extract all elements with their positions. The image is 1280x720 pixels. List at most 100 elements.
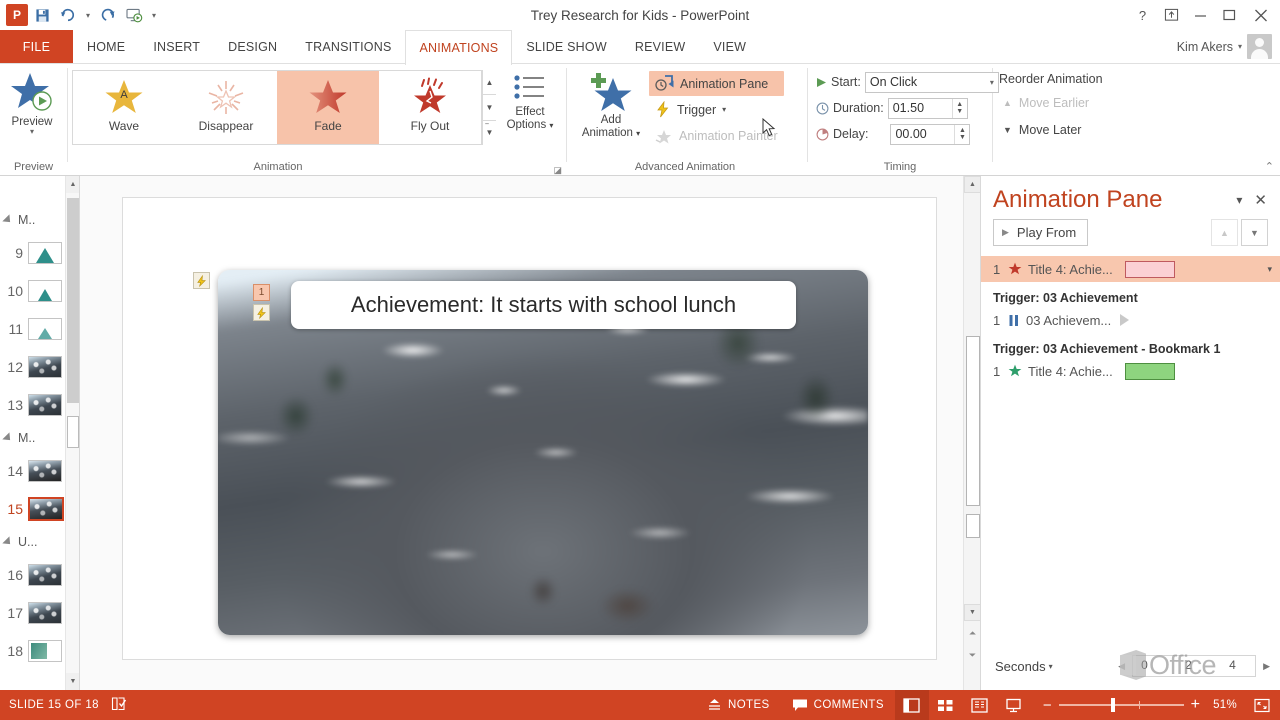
user-dropdown-icon[interactable]: ▾ bbox=[1238, 42, 1242, 51]
animation-list-item-media[interactable]: 1 03 Achievem... bbox=[981, 307, 1280, 333]
chevron-collapse-icon[interactable] bbox=[2, 214, 14, 226]
zoom-control[interactable]: − + 51% bbox=[1031, 696, 1246, 714]
trigger-badge-icon[interactable] bbox=[253, 304, 270, 321]
animation-dialog-launcher-icon[interactable]: ◪ bbox=[553, 166, 562, 175]
timeline-ruler[interactable]: 0 2 4 bbox=[1132, 655, 1257, 677]
seconds-dropdown-icon[interactable]: ▾ bbox=[1049, 662, 1053, 671]
scrollbar-thumb[interactable] bbox=[67, 198, 79, 403]
slide-thumbnail[interactable] bbox=[28, 460, 62, 482]
pane-options-chevron-down-icon[interactable]: ▾ bbox=[1231, 193, 1247, 207]
next-slide-icon[interactable]: ⏷ bbox=[965, 648, 980, 663]
pane-close-icon[interactable]: ✕ bbox=[1247, 191, 1272, 209]
move-later-button[interactable]: ▼ Move Later bbox=[993, 116, 1081, 143]
preview-dropdown-icon[interactable]: ▾ bbox=[30, 128, 34, 136]
tab-insert[interactable]: INSERT bbox=[139, 30, 214, 63]
preview-button[interactable]: Preview ▾ bbox=[0, 67, 64, 136]
powerpoint-icon[interactable]: P bbox=[6, 4, 28, 26]
delay-stepper[interactable]: ▲ ▼ bbox=[954, 124, 969, 144]
slide-thumbnail[interactable] bbox=[28, 640, 62, 662]
tab-transitions[interactable]: TRANSITIONS bbox=[291, 30, 405, 63]
slide-thumbnail[interactable] bbox=[28, 318, 62, 340]
undo-icon[interactable] bbox=[56, 3, 80, 27]
duration-input[interactable]: 01.50 ▲ ▼ bbox=[887, 97, 968, 119]
slide-thumbnail[interactable] bbox=[28, 280, 62, 302]
previous-slide-icon[interactable]: ⏶ bbox=[965, 626, 980, 641]
slide-thumbnail[interactable] bbox=[28, 394, 62, 416]
outside-trigger-badge-icon[interactable] bbox=[193, 272, 210, 289]
close-icon[interactable] bbox=[1244, 0, 1278, 30]
item-dropdown-icon[interactable]: ▾ bbox=[1267, 264, 1272, 275]
scroll-up-icon[interactable]: ▲ bbox=[964, 176, 980, 193]
save-icon[interactable] bbox=[30, 3, 54, 27]
scroll-up-icon[interactable]: ▲ bbox=[66, 176, 79, 193]
slide-vertical-scrollbar[interactable]: ▲ ▼ ⏶ ⏷ bbox=[963, 176, 980, 690]
tab-slide-show[interactable]: SLIDE SHOW bbox=[512, 30, 621, 63]
spellcheck-icon[interactable] bbox=[111, 696, 128, 715]
start-slideshow-icon[interactable] bbox=[122, 3, 146, 27]
effect-options-button[interactable]: Effect Options ▾ bbox=[496, 67, 564, 132]
scroll-down-icon[interactable]: ▼ bbox=[964, 604, 980, 621]
slide-canvas[interactable]: Achievement: It starts with school lunch… bbox=[122, 197, 937, 660]
redo-icon[interactable] bbox=[96, 3, 120, 27]
chevron-collapse-icon[interactable] bbox=[2, 432, 14, 444]
maximize-icon[interactable] bbox=[1215, 0, 1244, 30]
gallery-scroll-up-icon[interactable]: ▲ bbox=[483, 70, 496, 96]
tab-file[interactable]: FILE bbox=[0, 30, 73, 63]
zoom-in-button[interactable]: + bbox=[1191, 696, 1200, 714]
slide-title-placeholder[interactable]: Achievement: It starts with school lunch bbox=[291, 281, 796, 329]
thumbnail-scrollbar[interactable]: ▲ ▼ bbox=[65, 176, 79, 690]
user-account[interactable]: Kim Akers ▾ bbox=[1177, 30, 1280, 63]
fit-slide-button[interactable] bbox=[1246, 698, 1280, 713]
slide-thumbnail[interactable] bbox=[28, 356, 62, 378]
notes-button[interactable]: NOTES bbox=[696, 690, 781, 720]
collapse-ribbon-icon[interactable]: ⌃ bbox=[1265, 160, 1274, 173]
animation-fade[interactable]: Fade bbox=[277, 71, 379, 144]
slide-counter[interactable]: SLIDE 15 OF 18 bbox=[9, 699, 99, 711]
help-icon[interactable]: ? bbox=[1128, 0, 1157, 30]
tab-design[interactable]: DESIGN bbox=[214, 30, 291, 63]
trigger-dropdown-icon[interactable]: ▾ bbox=[722, 105, 726, 114]
chevron-collapse-icon[interactable] bbox=[2, 536, 14, 548]
slide-thumbnail[interactable] bbox=[28, 602, 62, 624]
scroll-down-icon[interactable]: ▼ bbox=[66, 673, 79, 690]
animation-pane-button[interactable]: Animation Pane bbox=[649, 71, 784, 96]
start-select[interactable]: On Click ▾ bbox=[864, 71, 999, 93]
undo-dropdown-icon[interactable]: ▾ bbox=[82, 3, 94, 27]
animation-fly-out[interactable]: Fly Out bbox=[379, 71, 481, 144]
slide-thumbnail-selected[interactable] bbox=[28, 497, 64, 521]
zoom-out-button[interactable]: − bbox=[1043, 697, 1052, 714]
zoom-slider-handle[interactable] bbox=[1110, 698, 1115, 712]
minimize-icon[interactable] bbox=[1186, 0, 1215, 30]
add-animation-button[interactable]: Add Animation ▾ bbox=[573, 67, 649, 148]
timeline-bar-green[interactable] bbox=[1124, 362, 1175, 380]
tab-review[interactable]: REVIEW bbox=[621, 30, 700, 63]
timeline-scroll-right-icon[interactable]: ▶ bbox=[1260, 661, 1273, 672]
comments-button[interactable]: COMMENTS bbox=[781, 690, 895, 720]
move-down-button[interactable]: ▼ bbox=[1241, 219, 1268, 246]
slide-sorter-button[interactable] bbox=[929, 690, 963, 720]
scrollbar-thumb-secondary[interactable] bbox=[966, 514, 980, 538]
slide-thumbnail-pane[interactable]: M.. 9 10 11 12 13 M.. 14 15 U... 16 17 1… bbox=[0, 176, 80, 690]
slide-show-button[interactable] bbox=[997, 690, 1031, 720]
duration-stepper[interactable]: ▲ ▼ bbox=[951, 98, 967, 118]
scrollbar-thumb[interactable] bbox=[966, 336, 980, 506]
slide-thumbnail[interactable] bbox=[28, 242, 62, 264]
slide-thumbnail[interactable] bbox=[28, 564, 62, 586]
avatar[interactable] bbox=[1247, 34, 1272, 59]
animation-list-item-bookmark[interactable]: 1 Title 4: Achie... bbox=[981, 358, 1280, 384]
timeline-play-marker[interactable] bbox=[1120, 314, 1130, 326]
tab-home[interactable]: HOME bbox=[73, 30, 139, 63]
delay-input[interactable]: 00.00 ▲ ▼ bbox=[890, 123, 971, 145]
animation-gallery[interactable]: A Wave Disappear Fade Fly Out bbox=[72, 70, 482, 145]
timeline-scroll-left-icon[interactable]: ◀ bbox=[1115, 661, 1128, 672]
normal-view-button[interactable] bbox=[894, 690, 929, 720]
gallery-scroll-down-icon[interactable]: ▼ bbox=[483, 95, 496, 121]
tab-view[interactable]: VIEW bbox=[699, 30, 760, 63]
animation-disappear[interactable]: Disappear bbox=[175, 71, 277, 144]
ribbon-display-options-icon[interactable] bbox=[1157, 0, 1186, 30]
timeline-bar-pink[interactable] bbox=[1124, 260, 1175, 278]
animation-order-badge[interactable]: 1 bbox=[253, 284, 270, 301]
zoom-slider[interactable] bbox=[1058, 698, 1184, 712]
animation-list-item-selected[interactable]: 1 Title 4: Achie... ▾ bbox=[981, 256, 1280, 282]
animation-wave[interactable]: A Wave bbox=[73, 71, 175, 144]
